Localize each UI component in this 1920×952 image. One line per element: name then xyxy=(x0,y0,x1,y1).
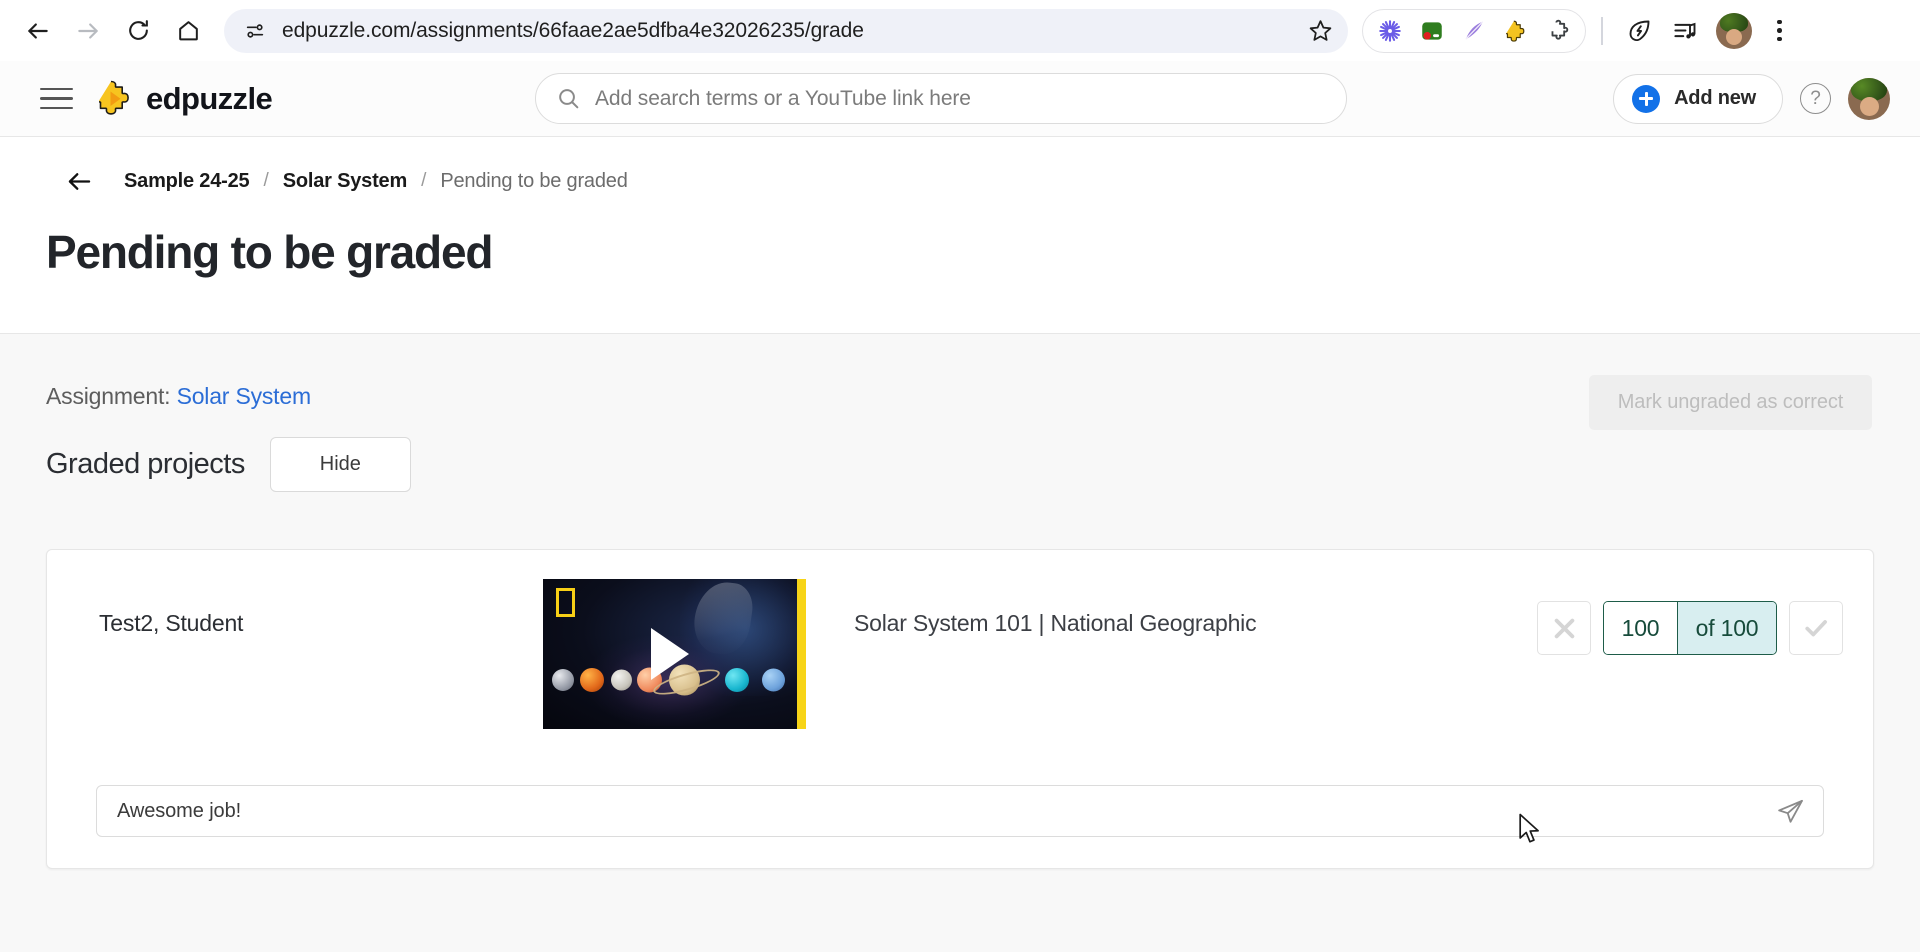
browser-reload-button[interactable] xyxy=(114,7,162,55)
video-title: Solar System 101 | National Geographic xyxy=(854,610,1257,636)
three-dot-menu-icon[interactable] xyxy=(1760,9,1800,53)
grade-controls: 100 of 100 xyxy=(1537,579,1843,655)
score-input-group[interactable]: 100 of 100 xyxy=(1603,601,1777,655)
score-total-label: of 100 xyxy=(1677,602,1776,654)
add-new-button[interactable]: Add new xyxy=(1613,73,1783,124)
plus-circle-icon xyxy=(1632,84,1661,113)
address-bar-url: edpuzzle.com/assignments/66faae2ae5dfba4… xyxy=(282,18,864,42)
back-arrow-icon[interactable] xyxy=(64,166,94,196)
home-icon xyxy=(178,21,198,41)
extensions-pinned-group xyxy=(1362,8,1586,53)
search-input-wrapper: Add search terms or a YouTube link here xyxy=(535,73,1347,124)
planet-uranus xyxy=(725,668,749,692)
check-mark-icon xyxy=(1805,620,1827,637)
avatar-face xyxy=(1860,96,1879,116)
mark-ungraded-as-correct-button[interactable]: Mark ungraded as correct xyxy=(1589,375,1872,430)
score-value[interactable]: 100 xyxy=(1604,602,1677,654)
browser-back-button[interactable] xyxy=(14,7,62,55)
search-input[interactable]: Add search terms or a YouTube link here xyxy=(535,73,1347,124)
hamburger-menu-icon[interactable] xyxy=(32,75,80,123)
x-mark-icon xyxy=(1554,618,1574,638)
planet-neptune xyxy=(762,668,785,692)
breadcrumb-item-current: Pending to be graded xyxy=(440,169,628,192)
comment-value: Awesome job! xyxy=(117,799,242,822)
chrome-profile-avatar[interactable] xyxy=(1715,12,1752,49)
graded-projects-label: Graded projects xyxy=(46,448,245,480)
address-bar[interactable]: edpuzzle.com/assignments/66faae2ae5dfba4… xyxy=(224,8,1348,53)
comment-row: Awesome job! xyxy=(96,785,1824,837)
user-avatar[interactable] xyxy=(1848,77,1890,120)
assignment-prefix-label: Assignment: xyxy=(46,383,171,409)
toolbar-divider xyxy=(1601,16,1603,45)
energy-saver-leaf-icon[interactable] xyxy=(1618,9,1662,53)
add-new-label: Add new xyxy=(1674,87,1756,109)
app-header: edpuzzle Add search terms or a YouTube l… xyxy=(0,61,1920,137)
edpuzzle-logo[interactable]: edpuzzle xyxy=(99,79,273,119)
breadcrumb-separator: / xyxy=(263,170,269,191)
quill-pen-extension-icon[interactable] xyxy=(1455,12,1493,50)
breadcrumb-item-assignment[interactable]: Solar System xyxy=(283,170,408,193)
video-thumbnail[interactable] xyxy=(543,579,806,729)
national-geographic-logo-icon xyxy=(556,588,575,617)
puzzle-piece-extension-icon[interactable] xyxy=(1497,12,1535,50)
search-icon xyxy=(559,89,579,109)
breadcrumb-item-class[interactable]: Sample 24-25 xyxy=(124,170,250,193)
arrow-left-icon xyxy=(28,22,48,39)
media-playlist-icon[interactable] xyxy=(1664,9,1708,53)
browser-toolbar: edpuzzle.com/assignments/66faae2ae5dfba4… xyxy=(0,0,1920,61)
breadcrumb-separator: / xyxy=(421,170,427,191)
play-triangle-icon[interactable] xyxy=(651,628,689,680)
breadcrumb: Sample 24-25 / Solar System / Pending to… xyxy=(46,137,1874,196)
help-question-icon: ? xyxy=(1810,87,1821,109)
bookmark-star-icon[interactable] xyxy=(1300,11,1340,51)
avatar-face xyxy=(1725,28,1742,45)
green-screen-extension-icon[interactable] xyxy=(1413,12,1451,50)
page-header: Sample 24-25 / Solar System / Pending to… xyxy=(0,137,1920,430)
student-name: Test2, Student xyxy=(99,610,244,636)
assignment-link[interactable]: Solar System xyxy=(177,383,312,409)
browser-forward-button[interactable] xyxy=(64,7,112,55)
arrow-right-icon xyxy=(78,22,98,39)
extensions-puzzle-icon[interactable] xyxy=(1539,12,1577,50)
comment-input[interactable]: Awesome job! xyxy=(96,785,1824,837)
mark-correct-button[interactable] xyxy=(1789,601,1843,655)
help-button[interactable]: ? xyxy=(1800,83,1831,114)
hide-graded-projects-button[interactable]: Hide xyxy=(269,437,411,492)
edpuzzle-puzzle-logo-icon xyxy=(99,80,129,115)
site-settings-icon[interactable] xyxy=(238,14,272,48)
graded-projects-row: Graded projects Hide xyxy=(46,437,1874,492)
planet-mercury xyxy=(552,669,574,691)
planet-venus xyxy=(580,668,604,692)
send-paper-plane-icon[interactable] xyxy=(1776,797,1805,826)
mark-incorrect-button[interactable] xyxy=(1537,601,1591,655)
search-placeholder-text: Add search terms or a YouTube link here xyxy=(595,86,971,110)
planet-earth xyxy=(611,669,632,691)
asterisk-extension-icon[interactable] xyxy=(1371,12,1409,50)
edpuzzle-logo-text: edpuzzle xyxy=(146,80,273,116)
page-title: Pending to be graded xyxy=(46,226,493,278)
header-actions: Add new ? xyxy=(1613,73,1896,124)
reload-icon xyxy=(128,20,148,40)
submission-card-top: Test2, Student Solar System 101 | Nation… xyxy=(73,550,1847,750)
browser-home-button[interactable] xyxy=(164,7,212,55)
